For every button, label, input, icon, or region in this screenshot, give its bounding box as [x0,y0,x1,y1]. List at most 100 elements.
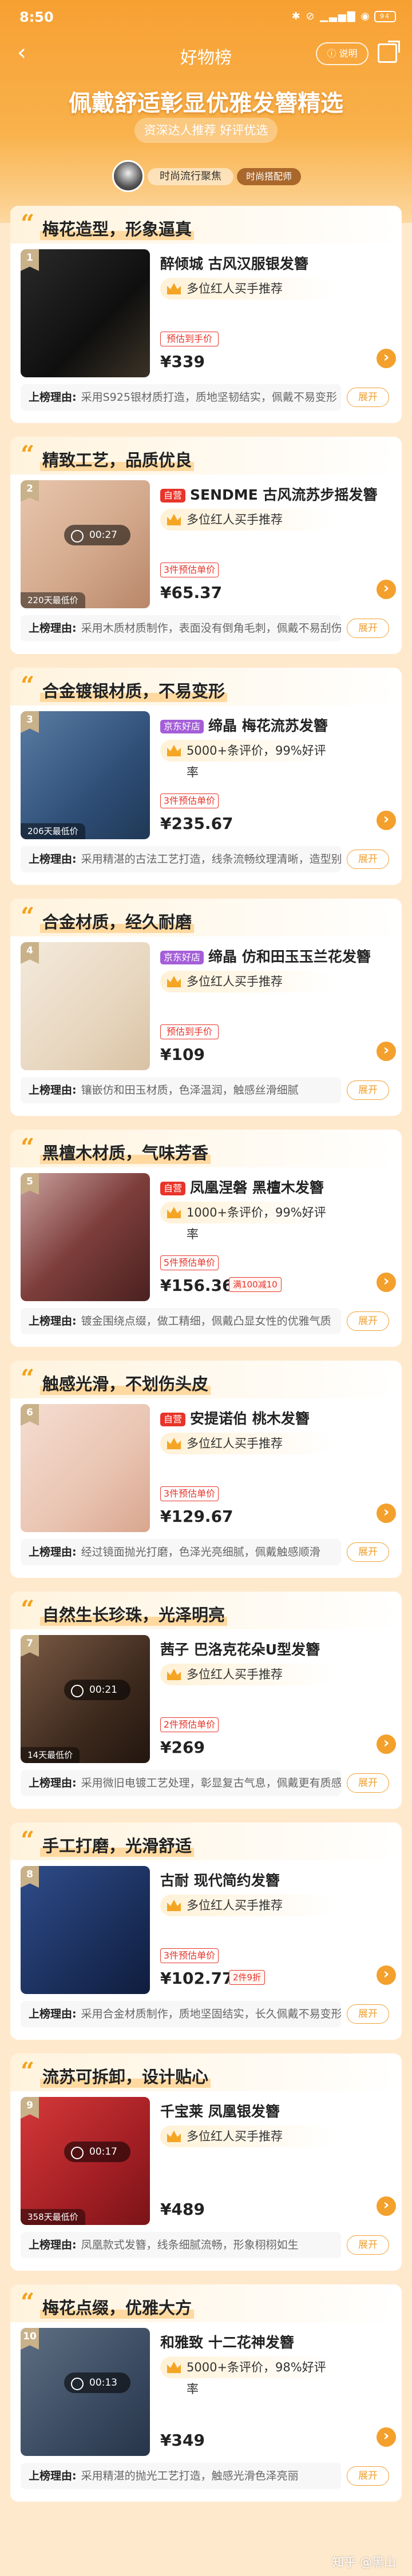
product-card[interactable]: “流苏可拆卸，设计贴心 9 00:17 358天最低价 千宝莱 凤凰银发簪 多位红人买手推… [10,2053,402,2271]
product-name: 安提诺伯 桃木发簪 [190,1410,310,1427]
reason-label: 上榜理由: [29,2008,77,2020]
reason-text: 上榜理由: 镀金围绕点缀，做工精细，佩戴凸显女性的优雅气质 [21,1308,341,1334]
product-image[interactable]: 3 206天最低价 [21,711,150,839]
video-duration: 00:17 [89,2146,117,2158]
product-card[interactable]: “合金镀银材质，不易变形 3 206天最低价 京东好店 缔晶 梅花流苏发簪 5000+条评… [10,668,402,885]
product-title[interactable]: 京东好店 缔晶 仿和田玉玉兰花发簪 [160,946,389,968]
product-title[interactable]: 自营 凤凰涅磐 黑檀木发簪 [160,1177,389,1199]
product-title[interactable]: 醉倾城 古风汉服银发簪 [160,253,389,276]
expand-button[interactable]: 展开 [347,2235,389,2255]
coupon-badge: 2件9折 [229,1970,266,1985]
card-headline: 梅花造型，形象逼真 [40,216,195,240]
product-card[interactable]: “触感光滑，不划伤头皮 6 自营 安提诺伯 桃木发簪 多位红人买手推荐 3件预估单价 ¥12… [10,1361,402,1578]
go-arrow-icon[interactable]: › [377,1965,396,1985]
quote-icon: “ [21,440,35,468]
product-name: 凤凰涅磐 黑檀木发簪 [190,1179,324,1196]
product-title[interactable]: 自营 SENDME 古风流苏步摇发簪 [160,484,389,507]
crown-icon [167,745,181,756]
expand-button[interactable]: 展开 [347,850,389,869]
product-image[interactable]: 7 00:21 14天最低价 [21,1635,150,1763]
product-image[interactable]: 2 00:27 220天最低价 [21,480,150,608]
rank-badge: 7 [21,1635,39,1657]
product-card[interactable]: “精致工艺，品质优良 2 00:27 220天最低价 自营 SENDME 古风流苏步摇发簪… [10,437,402,654]
store-badge: 自营 [160,1413,186,1426]
product-image[interactable]: 6 [21,1404,150,1532]
recommend-pill: 多位红人买手推荐 [160,1895,332,1916]
recommend-pill: 多位红人买手推荐 [160,1433,332,1454]
crown-icon [167,283,181,294]
quote-icon: “ [21,209,35,237]
product-title[interactable]: 自营 安提诺伯 桃木发簪 [160,1407,389,1430]
coupon-badge: 满100减10 [229,1277,282,1292]
product-image[interactable]: 1 [21,249,150,377]
go-arrow-icon[interactable]: › [377,1273,396,1292]
product-title[interactable]: 茜子 巴洛克花朵U型发簪 [160,1638,389,1661]
product-image[interactable]: 9 00:17 358天最低价 [21,2097,150,2225]
product-card[interactable]: “自然生长珍珠，光泽明亮 7 00:21 14天最低价 茜子 巴洛克花朵U型发簪 多位红人… [10,1592,402,1809]
product-name: 缔晶 梅花流苏发簪 [208,717,328,734]
source-tag: 时尚搭配师 [237,168,301,185]
video-play-button[interactable]: 00:27 [64,525,130,545]
store-badge: 京东好店 [160,951,204,964]
product-image[interactable]: 5 [21,1173,150,1301]
go-arrow-icon[interactable]: › [377,580,396,599]
expand-button[interactable]: 展开 [347,1080,389,1100]
price-tag: 预估到手价 [160,1024,219,1039]
reason-label: 上榜理由: [29,391,77,404]
go-arrow-icon[interactable]: › [377,1734,396,1754]
store-badge: 自营 [160,1182,186,1195]
rank-badge: 8 [21,1866,39,1888]
product-image[interactable]: 8 [21,1866,150,1994]
reason-text: 上榜理由: 采用精湛的抛光工艺打造，触感光滑色泽亮丽 [21,2463,341,2489]
product-card[interactable]: “手工打磨，光滑舒适 8 古耐 现代简约发簪 多位红人买手推荐 3件预估单价 ¥102.7… [10,1823,402,2040]
product-card[interactable]: “黑檀木材质，气味芳香 5 自营 凤凰涅磐 黑檀木发簪 1000+条评价，99%好评率 5… [10,1130,402,1347]
card-headline: 流苏可拆卸，设计贴心 [40,2064,211,2088]
go-arrow-icon[interactable]: › [377,1504,396,1523]
expand-button[interactable]: 展开 [347,1773,389,1793]
product-price: ¥129.67 [160,1507,233,1526]
go-arrow-icon[interactable]: › [377,1042,396,1061]
go-arrow-icon[interactable]: › [377,811,396,830]
rules-button[interactable]: ⓘ 说明 [316,42,369,65]
lowest-price-label: 14天最低价 [21,1747,80,1763]
expand-button[interactable]: 展开 [347,1311,389,1331]
product-image[interactable]: 4 [21,942,150,1070]
recommend-pill: 多位红人买手推荐 [160,509,332,531]
expand-button[interactable]: 展开 [347,2004,389,2024]
expand-button[interactable]: 展开 [347,1542,389,1562]
expand-button[interactable]: 展开 [347,388,389,407]
product-title[interactable]: 千宝莱 凤凰银发簪 [160,2100,389,2123]
expand-button[interactable]: 展开 [347,2466,389,2486]
store-badge: 自营 [160,489,186,503]
price-tag: 3件预估单价 [160,1486,219,1501]
go-arrow-icon[interactable]: › [377,349,396,368]
quote-icon: “ [21,2288,35,2316]
video-play-button[interactable]: 00:21 [64,1680,130,1700]
expand-button[interactable]: 展开 [347,619,389,638]
share-icon[interactable] [378,41,400,63]
product-title[interactable]: 古耐 现代简约发簪 [160,1869,389,1892]
video-play-button[interactable]: 00:13 [64,2372,130,2393]
product-title[interactable]: 和雅致 十二花神发簪 [160,2331,389,2354]
product-card[interactable]: “梅花点缀，优雅大方 10 00:13 和雅致 十二花神发簪 5000+条评价，98%好… [10,2284,402,2502]
card-header: “精致工艺，品质优良 [10,437,402,474]
card-headline: 黑檀木材质，气味芳香 [40,1140,211,1164]
product-title[interactable]: 京东好店 缔晶 梅花流苏发簪 [160,715,389,737]
product-price: ¥349 [160,2431,205,2450]
go-arrow-icon[interactable]: › [377,2196,396,2216]
card-header: “手工打磨，光滑舒适 [10,1823,402,1860]
lowest-price-label: 206天最低价 [21,823,85,839]
chevron-left-icon[interactable]: ‹ [17,41,26,64]
product-name: SENDME 古风流苏步摇发簪 [190,487,378,503]
avatar[interactable] [112,160,144,192]
product-price: ¥156.36 [160,1276,233,1295]
video-play-button[interactable]: 00:17 [64,2142,130,2162]
reason-text: 上榜理由: 采用S925银材质打造，质地坚韧结实，佩戴不易变形 [21,384,341,410]
price-tag: 5件预估单价 [160,1255,219,1270]
go-arrow-icon[interactable]: › [377,2427,396,2447]
quote-icon: “ [21,902,35,930]
product-image[interactable]: 10 00:13 [21,2328,150,2456]
product-card[interactable]: “合金材质，经久耐磨 4 京东好店 缔晶 仿和田玉玉兰花发簪 多位红人买手推荐 预估到手价… [10,899,402,1116]
product-price: ¥269 [160,1738,205,1757]
product-card[interactable]: “梅花造型，形象逼真 1 醉倾城 古风汉服银发簪 多位红人买手推荐 预估到手价 ¥339 ›… [10,206,402,423]
